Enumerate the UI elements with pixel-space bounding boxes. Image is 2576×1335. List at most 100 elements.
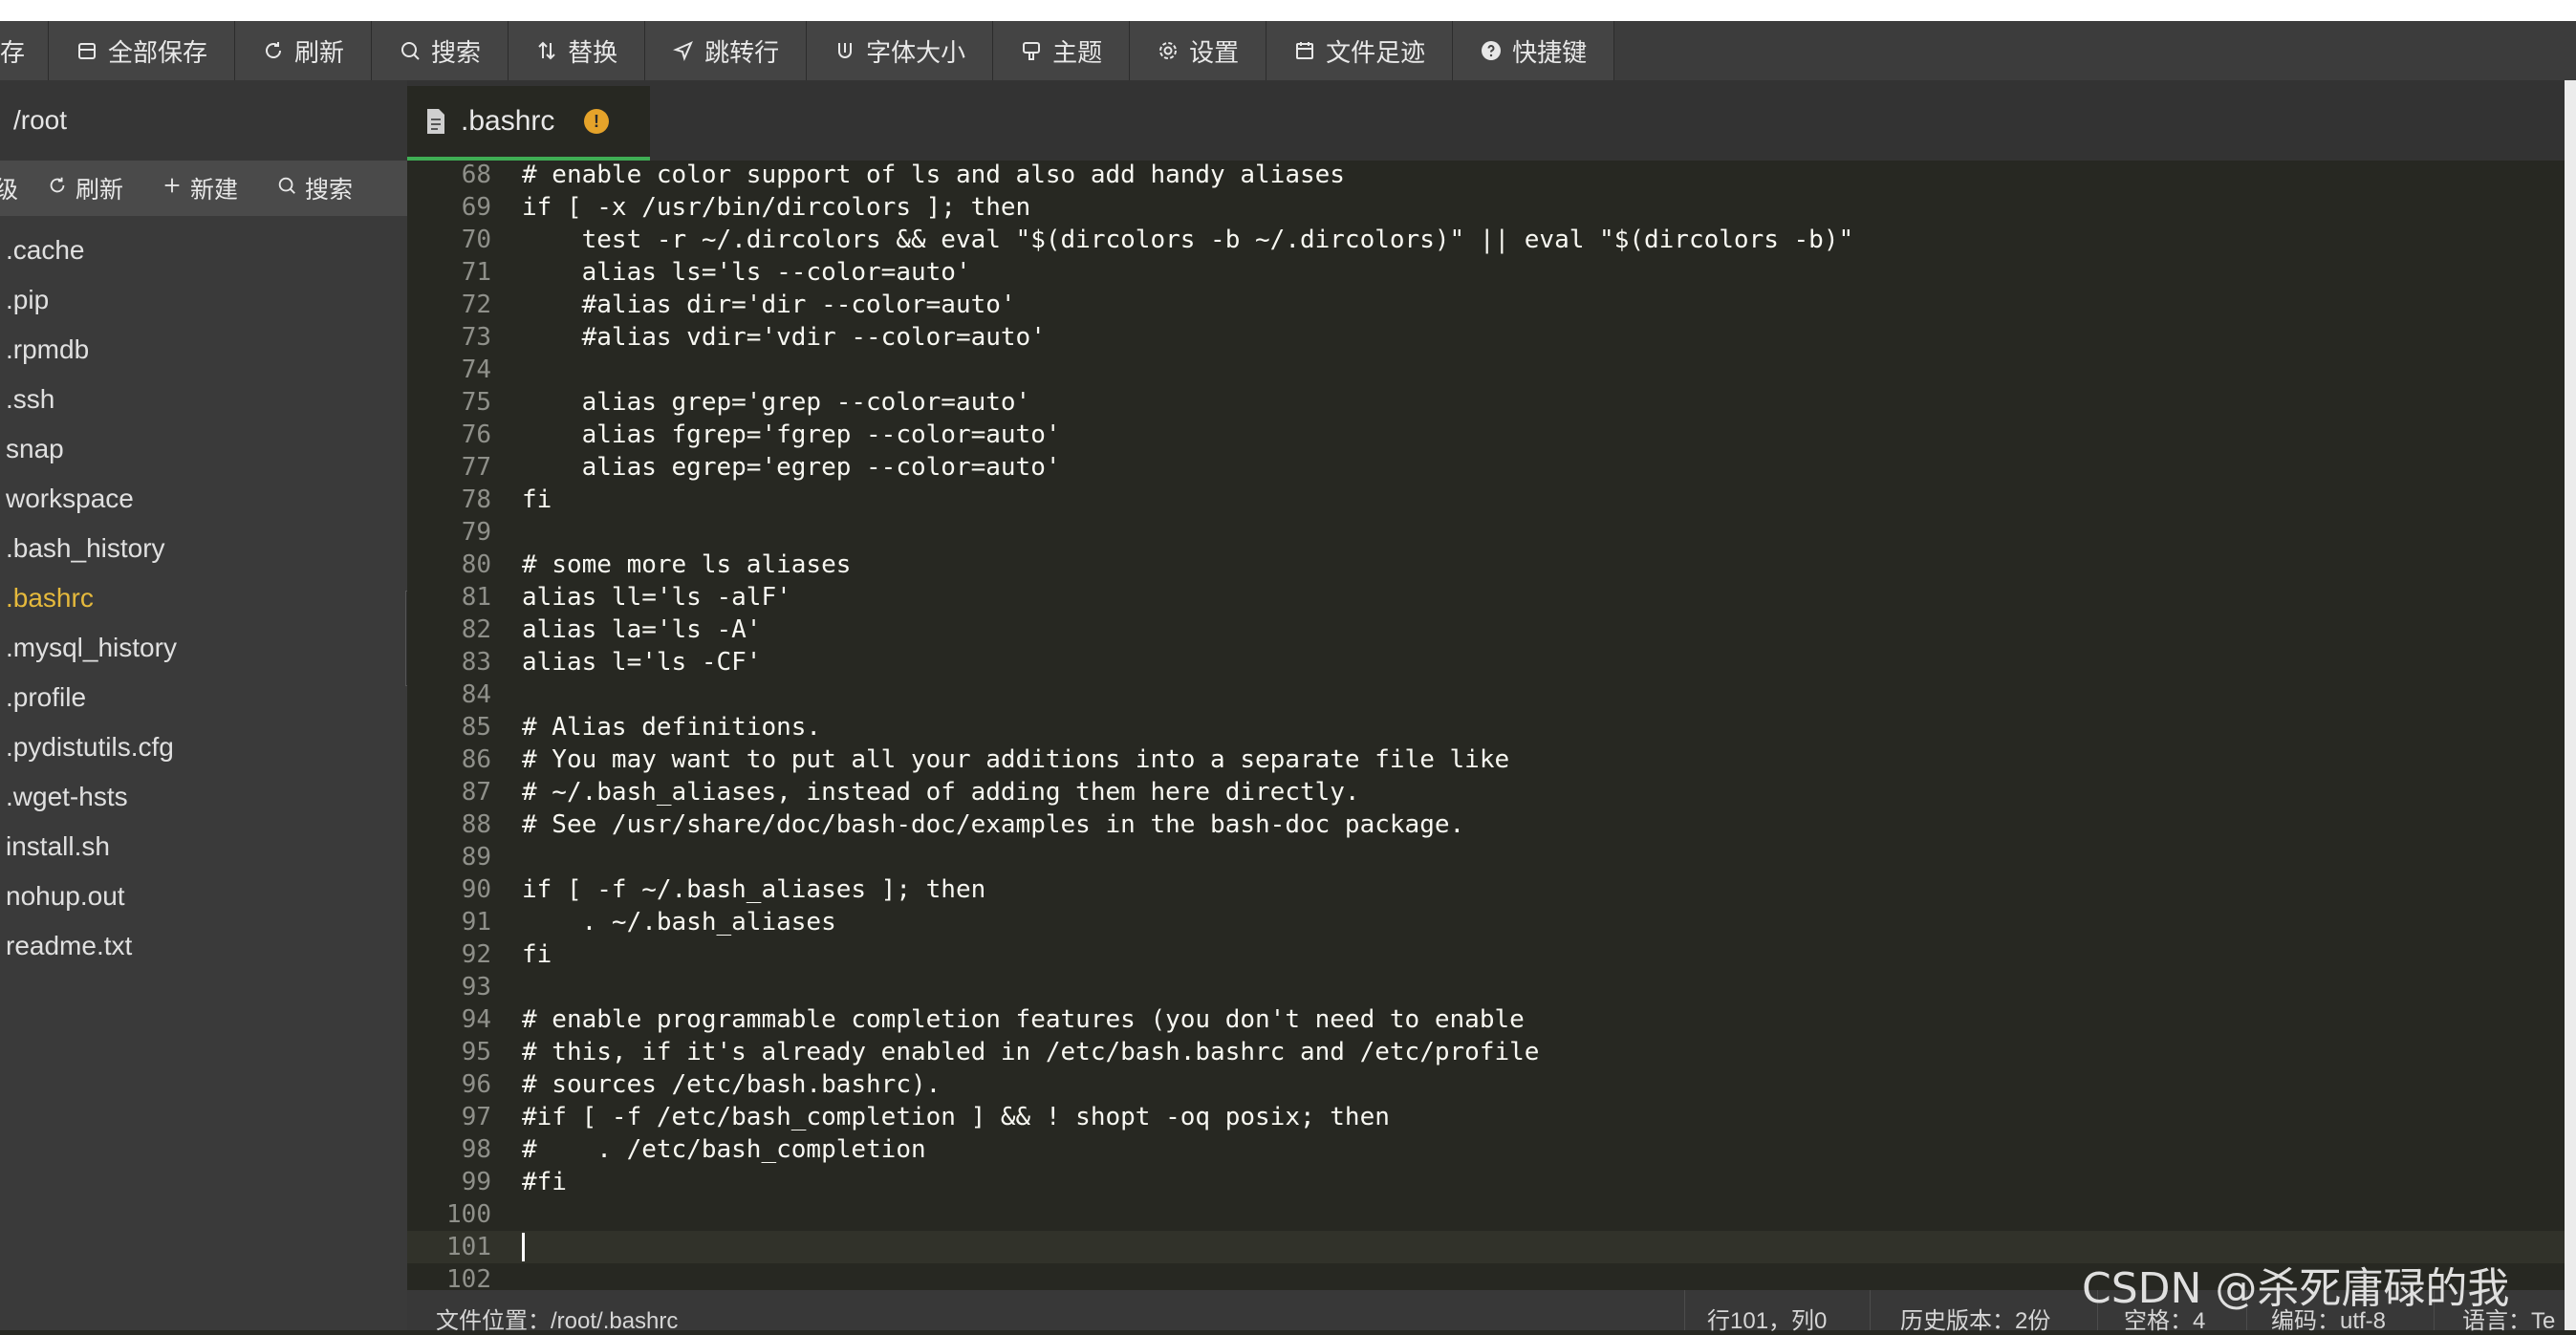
line-number: 81 — [461, 583, 491, 612]
file-item[interactable]: .bash_history — [0, 524, 407, 573]
code-line[interactable]: 83 alias l='ls -CF' — [407, 646, 2565, 678]
line-text: alias fgrep='fgrep --color=auto' — [522, 420, 1061, 449]
file-item[interactable]: .profile — [0, 673, 407, 722]
line-number: 77 — [461, 453, 491, 482]
tab-bashrc[interactable]: .bashrc ! — [407, 86, 650, 161]
shortcuts-button[interactable]: 快捷键 — [1453, 21, 1615, 80]
code-line[interactable]: 76 alias fgrep='fgrep --color=auto' — [407, 419, 2565, 451]
code-line[interactable]: 98 # . /etc/bash_completion — [407, 1133, 2565, 1166]
code-line[interactable]: 74 — [407, 354, 2565, 386]
code-line[interactable]: 68 # enable color support of ls and also … — [407, 161, 2565, 191]
tab-bar: .bashrc ! — [407, 80, 2565, 161]
search-icon — [276, 175, 297, 203]
replace-button[interactable]: 替换 — [509, 21, 646, 80]
file-item[interactable]: nohup.out — [0, 872, 407, 921]
save-all-button[interactable]: 全部保存 — [49, 21, 236, 80]
window-top-strip — [0, 0, 2576, 21]
code-line[interactable]: 84 — [407, 678, 2565, 711]
new-file-button[interactable]: 新建 — [162, 171, 238, 205]
file-item[interactable]: install.sh — [0, 822, 407, 872]
code-line[interactable]: 85 # Alias definitions. — [407, 711, 2565, 743]
goto-line-button[interactable]: 跳转行 — [645, 21, 808, 80]
code-line[interactable]: 71 alias ls='ls --color=auto' — [407, 256, 2565, 289]
file-item[interactable]: .ssh — [0, 375, 407, 424]
line-number: 84 — [461, 680, 491, 709]
code-line[interactable]: 82 alias la='ls -A' — [407, 614, 2565, 646]
code-line[interactable]: 99 #fi — [407, 1166, 2565, 1198]
file-item[interactable]: .mysql_history — [0, 623, 407, 673]
line-text: # Alias definitions. — [522, 713, 822, 742]
save-label: 存 — [0, 37, 26, 67]
line-number: 89 — [461, 843, 491, 872]
refresh-label: 刷新 — [294, 37, 345, 67]
line-number: 68 — [461, 161, 491, 189]
code-line[interactable]: 81 alias ll='ls -alF' — [407, 581, 2565, 614]
code-line[interactable]: 69 if [ -x /usr/bin/dircolors ]; then — [407, 191, 2565, 224]
sidebar-search-button[interactable]: 搜索 — [276, 171, 353, 205]
shortcuts-label: 快捷键 — [1512, 37, 1588, 67]
line-number: 71 — [461, 258, 491, 287]
code-line[interactable]: 80 # some more ls aliases — [407, 549, 2565, 581]
code-line[interactable]: 100 — [407, 1198, 2565, 1231]
line-number: 88 — [461, 810, 491, 839]
code-line[interactable]: 78 fi — [407, 484, 2565, 516]
file-item[interactable]: .pydistutils.cfg — [0, 722, 407, 772]
sidebar-refresh-button[interactable]: 刷新 — [47, 171, 123, 205]
line-text: # sources /etc/bash.bashrc). — [522, 1070, 942, 1099]
code-line[interactable]: 77 alias egrep='egrep --color=auto' — [407, 451, 2565, 484]
file-item[interactable]: .bashrc — [0, 573, 407, 623]
code-line[interactable]: 89 — [407, 841, 2565, 873]
file-item[interactable]: .cache — [0, 226, 407, 275]
line-number: 86 — [461, 745, 491, 774]
settings-label: 设置 — [1189, 37, 1240, 67]
code-line[interactable]: 94 # enable programmable completion featu… — [407, 1003, 2565, 1036]
line-number: 75 — [461, 388, 491, 417]
file-history-button[interactable]: 文件足迹 — [1266, 21, 1454, 80]
search-button[interactable]: 搜索 — [372, 21, 509, 80]
line-text: # enable color support of ls and also ad… — [522, 161, 1345, 189]
code-line[interactable]: 86 # You may want to put all your additio… — [407, 743, 2565, 776]
line-number: 96 — [461, 1070, 491, 1099]
settings-button[interactable]: 设置 — [1130, 21, 1267, 80]
code-line[interactable]: 72 #alias dir='dir --color=auto' — [407, 289, 2565, 321]
line-text: alias ll='ls -alF' — [522, 583, 791, 612]
theme-button[interactable]: 主题 — [993, 21, 1131, 80]
sidebar-actions: 级 刷新 新建 搜索 — [0, 161, 407, 216]
goto-line-icon — [672, 39, 695, 62]
file-item[interactable]: .rpmdb — [0, 325, 407, 375]
refresh-button[interactable]: 刷新 — [235, 21, 373, 80]
code-line[interactable]: 88 # See /usr/share/doc/bash-doc/examples… — [407, 808, 2565, 841]
file-item[interactable]: .wget-hsts — [0, 772, 407, 822]
code-line[interactable]: 91 . ~/.bash_aliases — [407, 906, 2565, 938]
line-number: 80 — [461, 550, 491, 579]
line-number: 72 — [461, 291, 491, 319]
code-line[interactable]: 95 # this, if it's already enabled in /et… — [407, 1036, 2565, 1068]
file-item[interactable]: snap — [0, 424, 407, 474]
code-line[interactable]: 92 fi — [407, 938, 2565, 971]
line-number: 83 — [461, 648, 491, 677]
code-editor[interactable]: 68 # enable color support of ls and also … — [407, 161, 2565, 1290]
code-line[interactable]: 70 test -r ~/.dircolors && eval "$(dirco… — [407, 224, 2565, 256]
code-line[interactable]: 79 — [407, 516, 2565, 549]
code-line[interactable]: 93 — [407, 971, 2565, 1003]
plus-icon — [162, 175, 183, 203]
theme-label: 主题 — [1052, 37, 1103, 67]
save-button[interactable]: 存 — [0, 21, 50, 80]
file-item[interactable]: workspace — [0, 474, 407, 524]
code-line[interactable]: 97 #if [ -f /etc/bash_completion ] && ! s… — [407, 1101, 2565, 1133]
toolbar: 存 全部保存 刷新 搜索 替换 跳转行 字体大小 主题 设置 文件足迹 快捷键 — [0, 21, 2576, 81]
save-all-icon — [76, 39, 98, 62]
file-item[interactable]: .pip — [0, 275, 407, 325]
replace-icon — [535, 39, 558, 62]
code-line[interactable]: 75 alias grep='grep --color=auto' — [407, 386, 2565, 419]
code-line[interactable]: 96 # sources /etc/bash.bashrc). — [407, 1068, 2565, 1101]
line-number: 69 — [461, 193, 491, 222]
watermark: CSDN @杀死庸碌的我 — [2082, 1264, 2510, 1313]
code-line[interactable]: 87 # ~/.bash_aliases, instead of adding t… — [407, 776, 2565, 808]
code-line[interactable]: 73 #alias vdir='vdir --color=auto' — [407, 321, 2565, 354]
file-item[interactable]: readme.txt — [0, 921, 407, 971]
font-size-button[interactable]: 字体大小 — [807, 21, 994, 80]
parent-dir-button[interactable]: 级 — [0, 171, 18, 205]
code-line[interactable]: 90 if [ -f ~/.bash_aliases ]; then — [407, 873, 2565, 906]
line-number: 99 — [461, 1168, 491, 1196]
